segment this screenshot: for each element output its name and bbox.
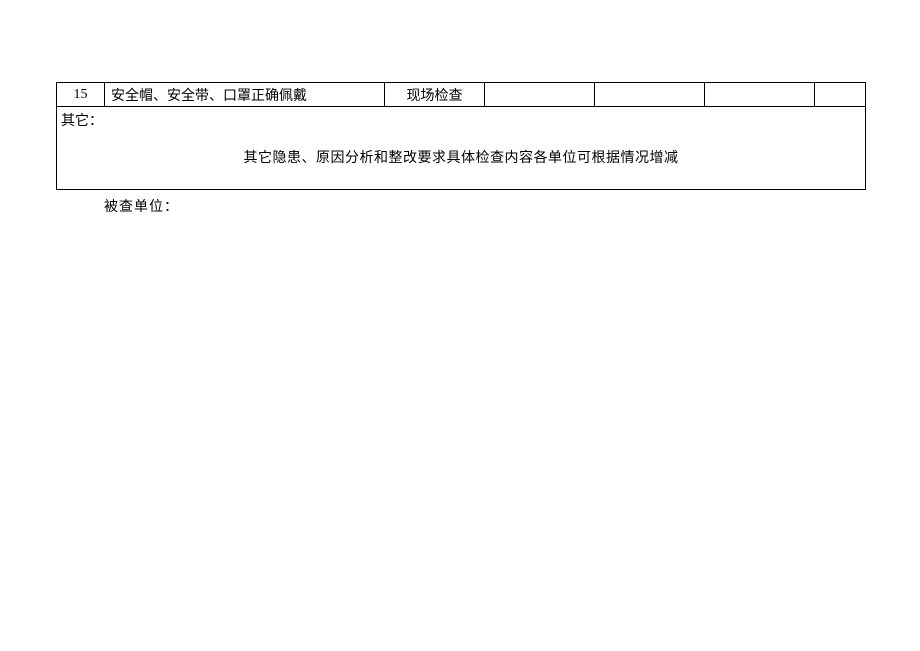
row-number: 15: [57, 83, 105, 106]
inspection-table: 15 安全帽、安全带、口罩正确佩戴 现场检查 其它： 其它隐患、原因分析和整改要…: [56, 82, 866, 216]
blank-cell: [815, 83, 865, 106]
blank-cell: [705, 83, 815, 106]
other-section: 其它： 其它隐患、原因分析和整改要求具体检查内容各单位可根据情况增减: [56, 106, 866, 190]
inspected-unit-label: 被查单位：: [104, 196, 866, 216]
inspection-item: 安全帽、安全带、口罩正确佩戴: [105, 83, 385, 106]
blank-cell: [595, 83, 705, 106]
table-row: 15 安全帽、安全带、口罩正确佩戴 现场检查: [56, 82, 866, 106]
other-label: 其它：: [61, 110, 103, 130]
inspection-method: 现场检查: [385, 83, 485, 106]
blank-cell: [485, 83, 595, 106]
other-content: 其它隐患、原因分析和整改要求具体检查内容各单位可根据情况增减: [65, 147, 857, 167]
